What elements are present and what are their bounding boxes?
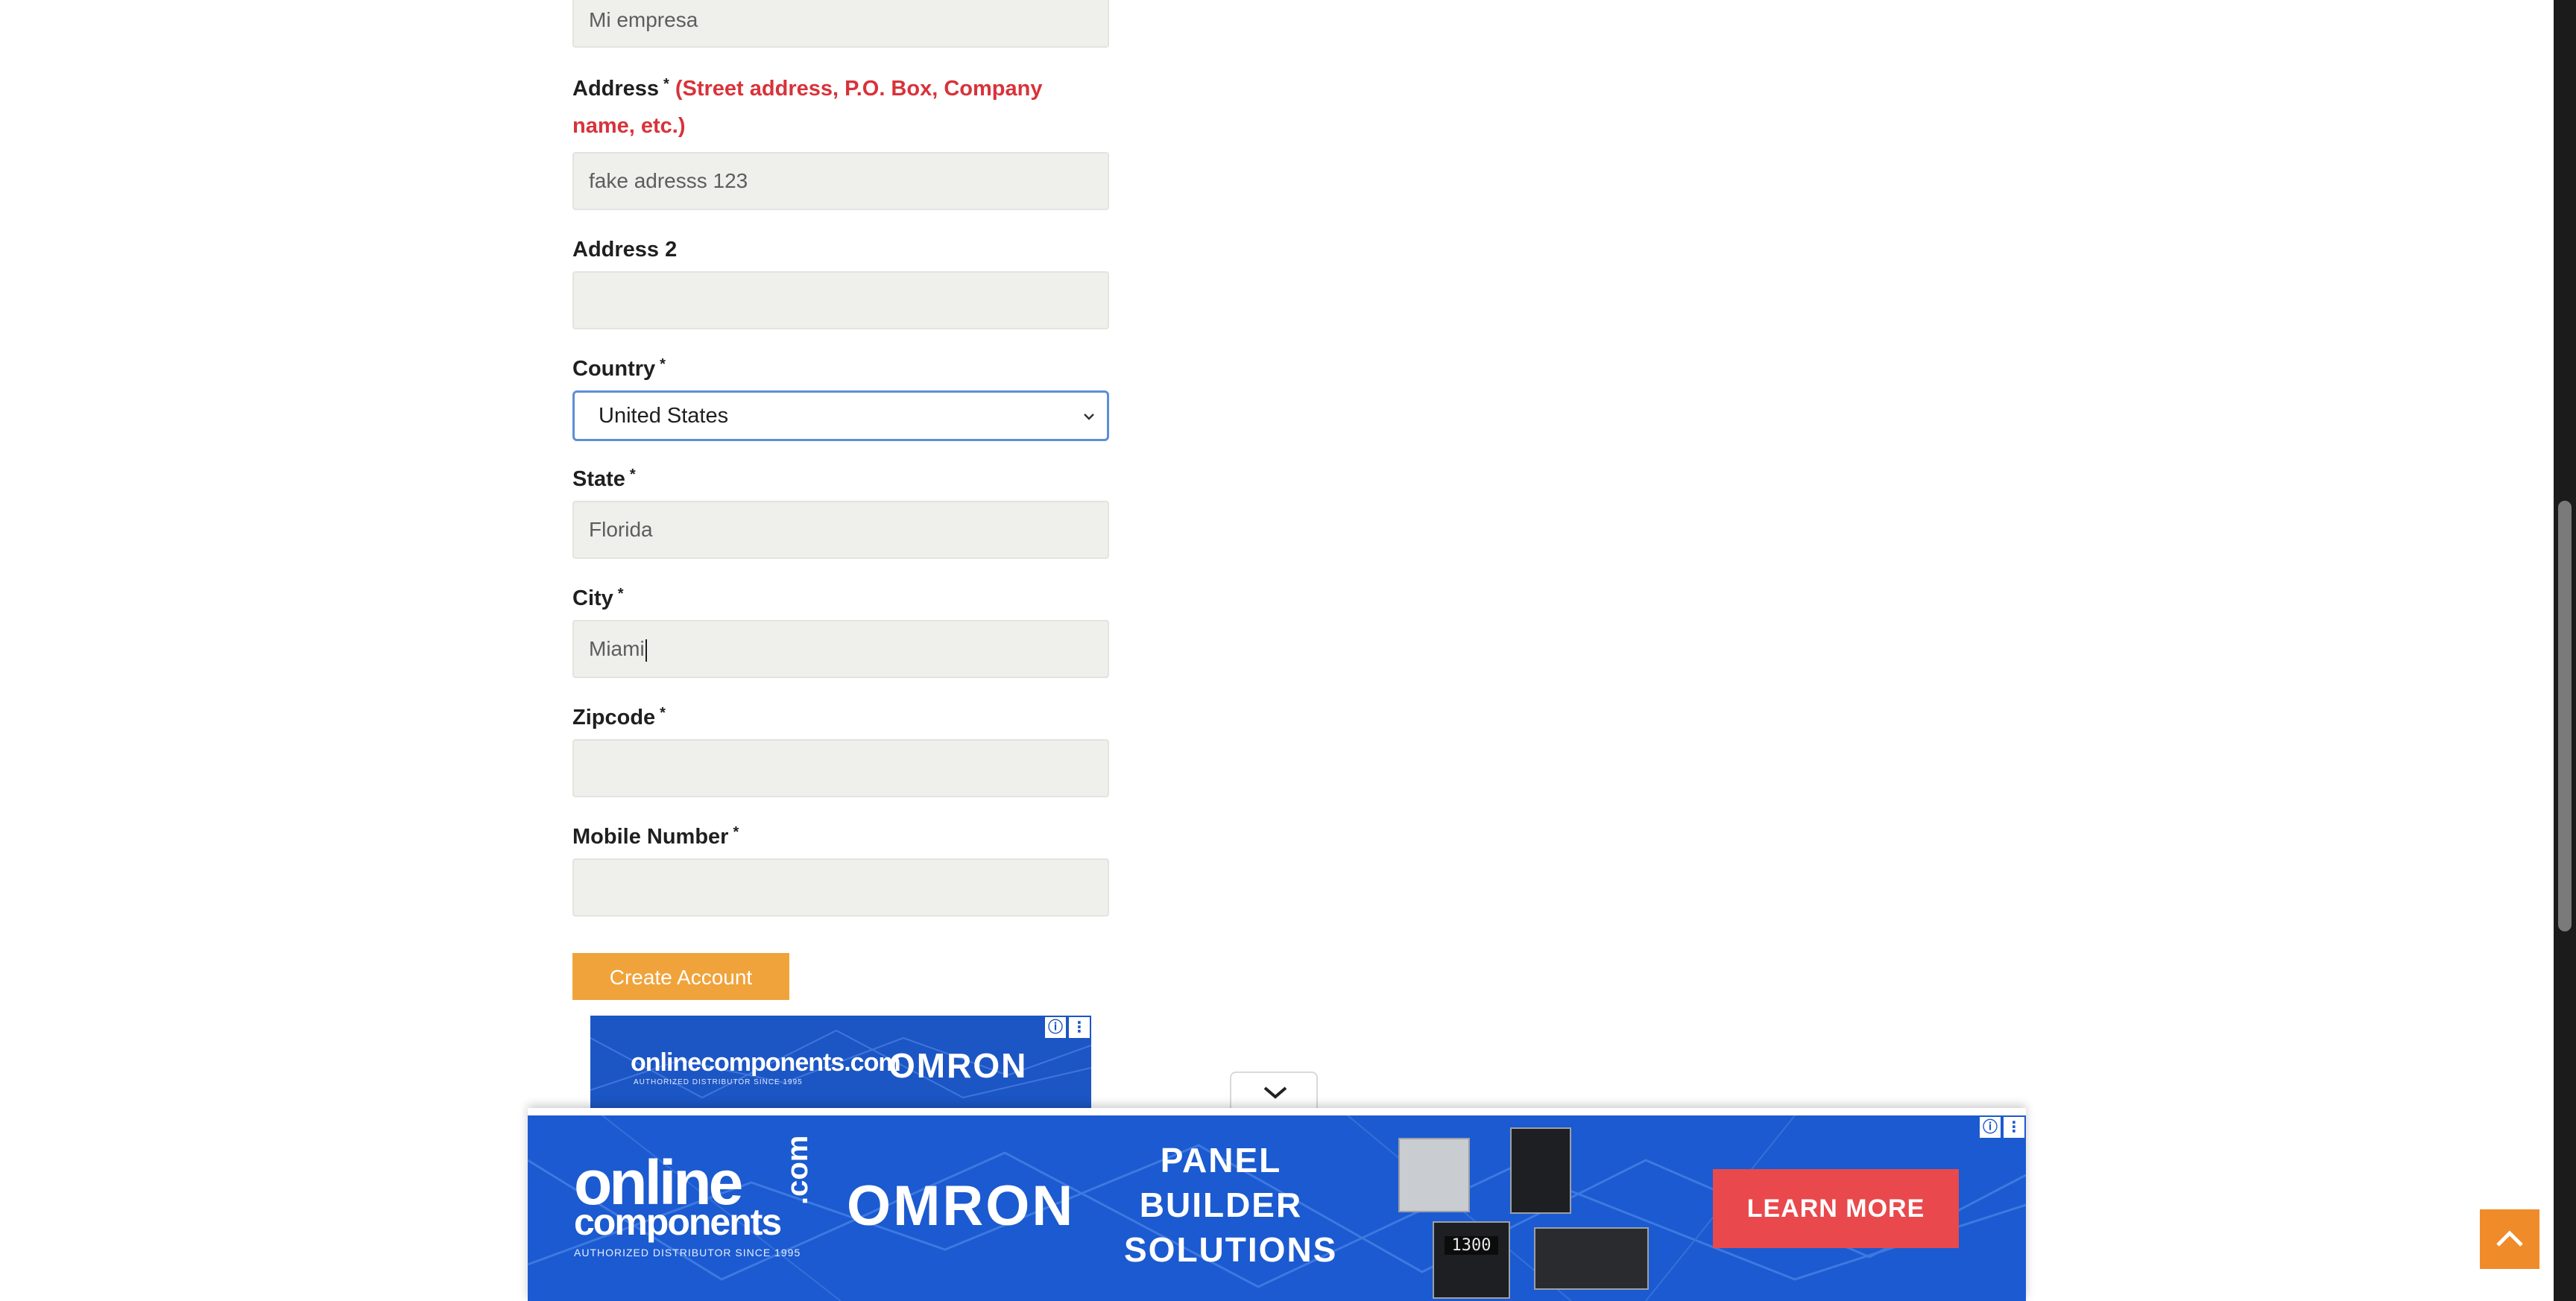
info-icon[interactable]: ⓘ: [1980, 1117, 2001, 1138]
city-label: City *: [572, 580, 624, 617]
address-label-text: Address: [572, 77, 660, 101]
ad-controls: ⓘ ⋮: [1980, 1117, 2024, 1139]
mobile-field[interactable]: [572, 858, 1109, 917]
kebab-menu-icon[interactable]: ⋮: [1069, 1017, 1090, 1038]
state-label-text: State: [572, 467, 625, 491]
ad-headline-line: SOLUTIONS: [1124, 1230, 1338, 1269]
scrollbar-thumb[interactable]: [2558, 501, 2572, 931]
address2-field[interactable]: [572, 271, 1109, 329]
required-asterisk: *: [660, 705, 666, 721]
zipcode-label-text: Zipcode: [572, 706, 656, 729]
sticky-ad-container: online components .com AUTHORIZED DISTRI…: [528, 1108, 2026, 1301]
company-field[interactable]: Mi empresa: [572, 0, 1109, 48]
product-image: [1510, 1127, 1571, 1214]
ad-tagline: AUTHORIZED DISTRIBUTOR SINCE 1995: [574, 1247, 801, 1259]
chevron-down-icon: [1084, 414, 1094, 420]
address-label: Address * (Street address, P.O. Box, Compa…: [572, 70, 1109, 145]
chevron-up-icon: [2496, 1230, 2523, 1247]
ad-headline: PANEL BUILDER SOLUTIONS: [1124, 1138, 1338, 1272]
product-image: [1398, 1138, 1470, 1212]
country-select-value: United States: [599, 404, 729, 428]
city-label-text: City: [572, 586, 613, 610]
kebab-menu-icon[interactable]: ⋮: [2004, 1117, 2024, 1138]
ad-controls: ⓘ ⋮: [1045, 1017, 1090, 1039]
sticky-ad-banner[interactable]: online components .com AUTHORIZED DISTRI…: [528, 1115, 2026, 1301]
address-field[interactable]: fake adresss 123: [572, 152, 1109, 210]
required-asterisk: *: [733, 824, 739, 841]
ad-partner: OMRON: [888, 1046, 1028, 1085]
address2-label-text: Address 2: [572, 238, 678, 262]
product-image: 1300: [1433, 1221, 1510, 1299]
inline-ad[interactable]: onlinecomponents.com AUTHORIZED DISTRIBU…: [590, 1016, 1091, 1109]
ad-partner: OMRON: [847, 1174, 1076, 1238]
mobile-label: Mobile Number *: [572, 818, 739, 855]
create-account-button[interactable]: Create Account: [572, 953, 789, 1000]
required-asterisk: *: [663, 76, 669, 92]
chevron-down-icon: [1263, 1086, 1287, 1099]
country-label-text: Country: [572, 357, 656, 381]
text-cursor: [645, 639, 647, 662]
address2-label: Address 2: [572, 231, 677, 268]
ad-headline-line: BUILDER: [1139, 1186, 1303, 1224]
scroll-to-top-button[interactable]: [2480, 1209, 2539, 1269]
city-field-value: Miami: [589, 637, 645, 660]
ad-brand-suffix: .com: [781, 1135, 814, 1205]
learn-more-button[interactable]: LEARN MORE: [1713, 1169, 1959, 1248]
zipcode-field[interactable]: [572, 739, 1109, 797]
city-field[interactable]: Miami: [572, 620, 1109, 678]
required-asterisk: *: [629, 466, 636, 483]
collapse-ad-button[interactable]: [1230, 1071, 1318, 1110]
mobile-label-text: Mobile Number: [572, 825, 729, 849]
country-label: Country *: [572, 350, 666, 387]
required-asterisk: *: [617, 586, 624, 602]
state-label: State *: [572, 460, 636, 498]
ad-tagline: AUTHORIZED DISTRIBUTOR SINCE 1995: [634, 1078, 803, 1086]
required-asterisk: *: [660, 356, 666, 373]
display-readout: 1300: [1445, 1236, 1498, 1255]
product-image: [1534, 1227, 1649, 1290]
country-select[interactable]: United States: [572, 390, 1109, 441]
zipcode-label: Zipcode *: [572, 699, 666, 736]
info-icon[interactable]: ⓘ: [1045, 1017, 1066, 1038]
ad-brand-line2: components: [574, 1201, 782, 1243]
ad-brand: onlinecomponents.com: [631, 1048, 901, 1077]
state-field[interactable]: Florida: [572, 501, 1109, 559]
ad-headline-line: PANEL: [1160, 1141, 1282, 1180]
